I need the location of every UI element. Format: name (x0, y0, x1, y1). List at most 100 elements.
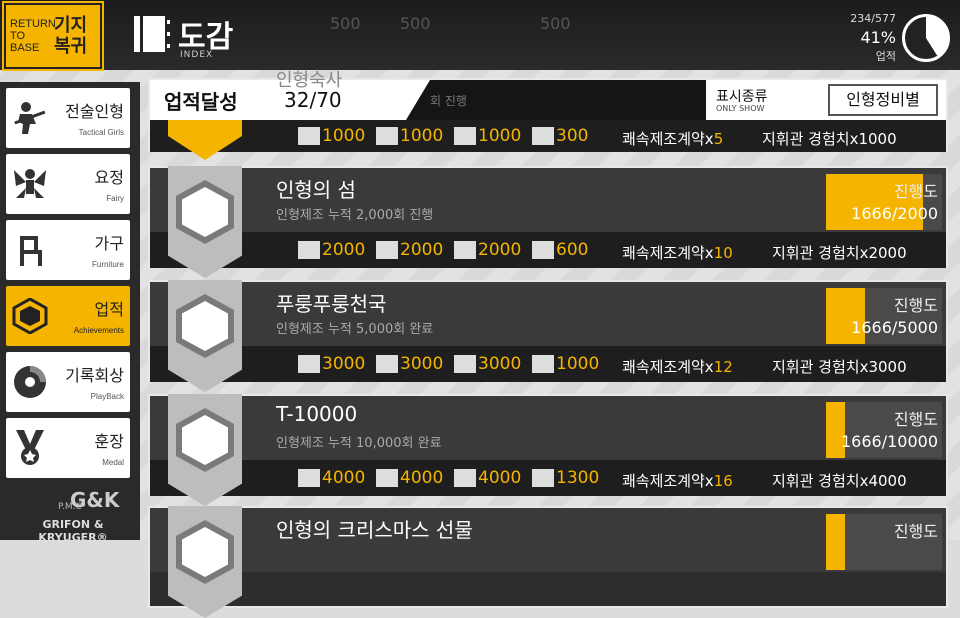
reward-value: 600 (556, 240, 589, 260)
reward-parts: 300 (532, 126, 588, 146)
reward-parts: 600 (532, 240, 588, 260)
reward-number: 16 (713, 472, 733, 490)
rations-icon (454, 241, 476, 259)
sidebar-item-label: 요정 (94, 168, 124, 187)
reward-contract: 쾌속제조계약x12 (622, 356, 733, 377)
progress-label: 진행도 (893, 410, 938, 429)
sidebar-item-label: 기록회상 (65, 366, 124, 385)
reward-ammo: 2000 (376, 240, 443, 260)
reward-exp: 지휘관 경험치x2000 (772, 244, 907, 262)
reward-value: 2000 (478, 240, 522, 260)
fairy-icon (14, 169, 46, 198)
sidebar-item-tactical-girls[interactable]: 전술인형 Tactical Girls (6, 88, 130, 148)
reward-rations: 2000 (454, 240, 521, 260)
achievement-name: 인형의 섬 (276, 178, 356, 202)
reward-value: 3000 (478, 354, 522, 374)
parts-icon (532, 127, 554, 145)
reward-value: 2000 (322, 240, 366, 260)
reward-manpower: 4000 (298, 468, 365, 488)
reward-text: 쾌속제조계약x (622, 358, 714, 376)
total-progress-percent: 41% (860, 28, 896, 47)
achievement-card[interactable]: T-10000 인형제조 누적 10,000회 완료 진행도 1666/10000… (148, 394, 948, 506)
sidebar: 전술인형 Tactical Girls 요정 Fairy 가구 Furnitur… (0, 82, 140, 540)
gk-logo: P.M.C G&K GRIFON & KRYUGER® (0, 478, 140, 544)
rifle-girl-icon (14, 102, 46, 134)
manpower-icon (298, 127, 320, 145)
reward-value: 3000 (322, 354, 366, 374)
sidebar-item-playback[interactable]: 기록회상 PlayBack (6, 352, 130, 412)
sidebar-item-sublabel: Tactical Girls (78, 128, 124, 137)
reward-contract: 쾌속제조계약x16 (622, 470, 733, 491)
parts-icon (532, 355, 554, 373)
rations-icon (454, 127, 476, 145)
achievement-list[interactable]: 인형숙사 회 진행 업적달성 32/70 표시종류 ONLY SHOW 인형정비… (140, 70, 960, 618)
reward-number: 10 (713, 244, 733, 262)
reward-number: 12 (713, 358, 733, 376)
total-progress-label: 업적 (875, 50, 896, 63)
reward-text: 쾌속제조계약x (622, 130, 714, 148)
reward-value: 1000 (400, 126, 444, 146)
reward-value: 300 (556, 126, 589, 146)
sidebar-item-sublabel: Medal (102, 458, 124, 467)
book-icon (134, 16, 170, 52)
progress-box: 진행도 1666/10000 (826, 402, 942, 458)
return-to-base-button[interactable]: RETURN TO BASE 기지 복귀 (2, 1, 104, 71)
progress-value: 1666/2000 (851, 204, 938, 223)
reward-value: 4000 (400, 468, 444, 488)
reward-manpower: 3000 (298, 354, 365, 374)
manpower-icon (298, 355, 320, 373)
reward-exp: 지휘관 경험치x4000 (772, 472, 907, 490)
achievement-badge-icon (168, 280, 242, 392)
achievement-desc: 인형제조 누적 2,000회 진행 (276, 208, 434, 223)
achievement-name: T-10000 (276, 402, 358, 426)
achievement-badge-icon (168, 506, 242, 618)
ammo-icon (376, 355, 398, 373)
filter-label: 표시종류 (716, 89, 768, 105)
rations-icon (454, 355, 476, 373)
reward-ammo: 4000 (376, 468, 443, 488)
sidebar-item-furniture[interactable]: 가구 Furniture (6, 220, 130, 280)
sidebar-item-achievements[interactable]: 업적 Achievements (6, 286, 130, 346)
reward-parts: 1000 (532, 354, 599, 374)
reward-exp: 지휘관 경험치x3000 (772, 358, 907, 376)
logo-text: GRIFON & KRYUGER® (38, 518, 108, 544)
achievement-desc: 인형제조 누적 10,000회 완료 (276, 436, 442, 451)
achievement-desc: 인형제조 누적 5,000회 완료 (276, 322, 434, 337)
bg-resource: 500 (330, 14, 361, 33)
sidebar-item-label: 업적 (94, 300, 124, 319)
reward-ammo: 1000 (376, 126, 443, 146)
reward-ammo: 3000 (376, 354, 443, 374)
sidebar-item-label: 가구 (94, 234, 124, 253)
summary-title: 업적달성 (164, 90, 238, 114)
top-bar: RETURN TO BASE 기지 복귀 도감 INDEX 500 500 50… (0, 0, 960, 71)
reward-value: 4000 (478, 468, 522, 488)
sidebar-item-sublabel: Achievements (73, 326, 124, 335)
sidebar-item-medal[interactable]: 훈장 Medal (6, 418, 130, 478)
progress-pie-icon (902, 14, 950, 62)
medal-icon (16, 430, 44, 465)
page-subtitle: INDEX (180, 50, 214, 60)
achievement-card[interactable]: 인형의 크리스마스 선물 진행도 (148, 506, 948, 618)
achievement-card[interactable]: 푸룽푸룽천국 인형제조 누적 5,000회 완료 진행도 1666/5000 30… (148, 280, 948, 392)
sidebar-item-label: 훈장 (94, 432, 124, 451)
bg-resource: 500 (540, 14, 571, 33)
logo-text: G&K (70, 488, 120, 512)
reward-value: 2000 (400, 240, 444, 260)
reward-text: 쾌속제조계약x (622, 244, 714, 262)
sidebar-item-fairy[interactable]: 요정 Fairy (6, 154, 130, 214)
achievement-name: 푸룽푸룽천국 (276, 292, 387, 316)
reward-manpower: 2000 (298, 240, 365, 260)
achievement-badge-icon (168, 394, 242, 506)
total-progress-count: 234/577 (850, 12, 896, 25)
progress-label: 진행도 (893, 182, 938, 201)
parts-icon (532, 469, 554, 487)
bg-card-desc: 회 진행 (430, 94, 467, 108)
return-label-en: RETURN TO BASE (10, 18, 56, 54)
sidebar-item-sublabel: Fairy (106, 194, 124, 203)
manpower-icon (298, 469, 320, 487)
chair-icon (20, 236, 42, 266)
reward-value: 4000 (322, 468, 366, 488)
reward-text: 쾌속제조계약x (622, 472, 714, 490)
filter-dropdown[interactable]: 인형정비별 (828, 84, 938, 116)
achievement-card[interactable]: 인형의 섬 인형제조 누적 2,000회 진행 진행도 1666/2000 200… (148, 166, 948, 278)
